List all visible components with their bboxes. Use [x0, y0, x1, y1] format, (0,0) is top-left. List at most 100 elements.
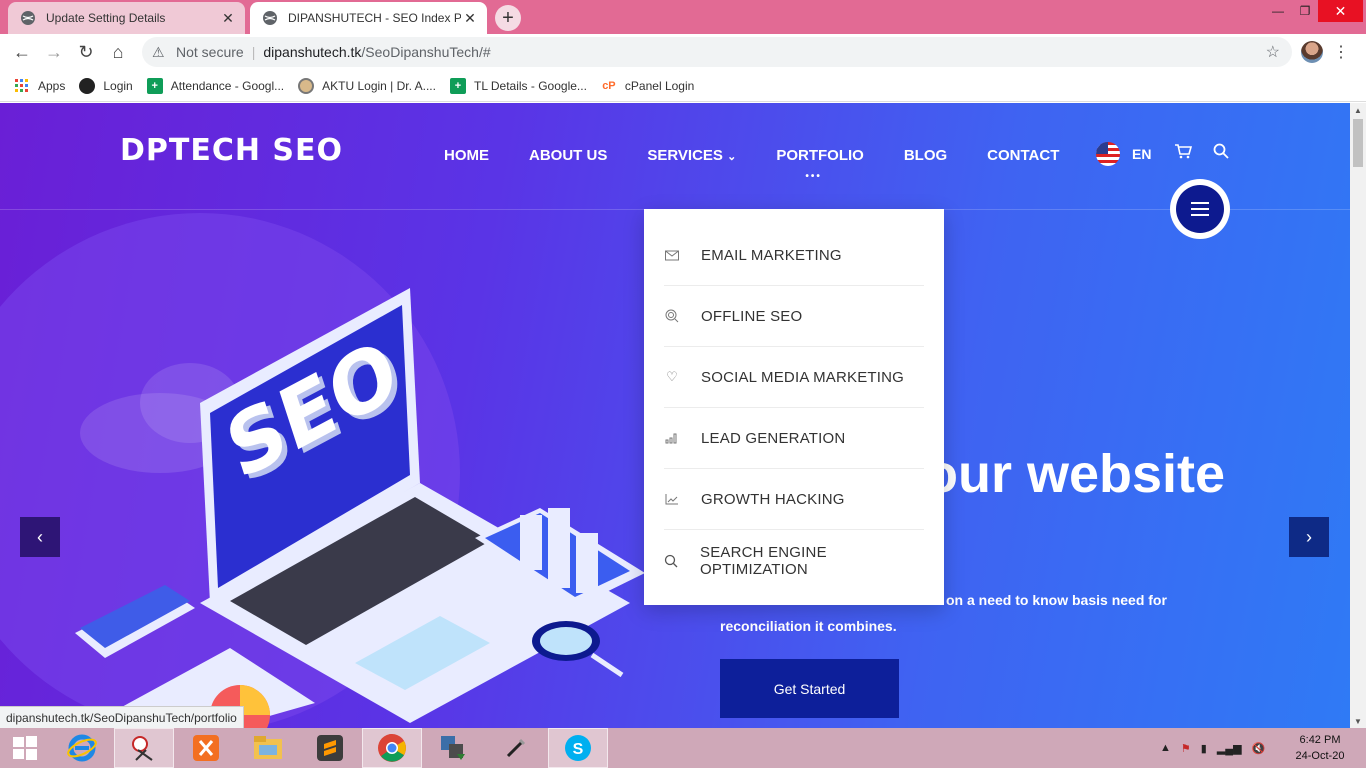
- tab-close-icon[interactable]: ✕: [461, 9, 479, 27]
- svg-text:S: S: [573, 741, 584, 758]
- tab-close-icon[interactable]: ✕: [219, 9, 237, 27]
- heart-icon: ♡: [666, 369, 678, 384]
- minimize-button[interactable]: —: [1265, 0, 1291, 22]
- tab-dipanshutech[interactable]: DIPANSHUTECH - SEO Index Pag ✕: [250, 2, 487, 34]
- bookmark-star-icon[interactable]: ☆: [1266, 42, 1280, 62]
- dropdown-item-growth-hacking[interactable]: GROWTH HACKING: [664, 469, 924, 530]
- bookmark-tl-details[interactable]: + TL Details - Google...: [449, 77, 587, 94]
- back-arrow-icon[interactable]: ←: [8, 38, 36, 66]
- bookmark-apps[interactable]: Apps: [14, 78, 65, 94]
- dropdown-item-offline-seo[interactable]: OFFLINE SEO: [664, 286, 924, 347]
- clock-date: 24-Oct-20: [1295, 750, 1345, 762]
- target-icon: [664, 308, 680, 324]
- maximize-button[interactable]: ❐: [1292, 0, 1318, 22]
- apps-grid-icon: [14, 78, 30, 94]
- bookmarks-bar: Apps Login + Attendance - Googl... AKTU …: [0, 70, 1366, 102]
- us-flag-icon: [1096, 142, 1120, 166]
- tab-title: Update Setting Details: [46, 11, 166, 25]
- menu-kebab-icon[interactable]: ⋮: [1333, 40, 1349, 64]
- browser-toolbar: ← → ↻ ⌂ ⚠ Not secure | dipanshutech.tk /…: [0, 34, 1366, 70]
- network-transfer-icon[interactable]: [424, 728, 484, 768]
- bookmark-login[interactable]: Login: [79, 77, 133, 94]
- envelope-icon: [664, 247, 680, 263]
- nav-services-label: SERVICES: [647, 147, 723, 164]
- nav-portfolio-label: PORTFOLIO: [776, 147, 864, 164]
- bookmark-cpanel[interactable]: cP cPanel Login: [601, 78, 694, 94]
- bookmark-label: Login: [103, 78, 133, 93]
- nav-about-us[interactable]: ABOUT US: [529, 147, 607, 164]
- address-bar[interactable]: ⚠ Not secure | dipanshutech.tk /SeoDipan…: [142, 37, 1292, 67]
- globe-icon: [262, 10, 278, 26]
- cpanel-icon: cP: [602, 79, 616, 92]
- window-close-button[interactable]: ✕: [1318, 0, 1363, 22]
- dropdown-item-email-marketing[interactable]: EMAIL MARKETING: [664, 225, 924, 286]
- snipping-tool-icon[interactable]: [114, 728, 174, 768]
- url-host: dipanshutech.tk: [263, 44, 362, 60]
- flag-alert-icon[interactable]: ⚑: [1181, 742, 1191, 755]
- bookmark-label: AKTU Login | Dr. A....: [322, 78, 436, 93]
- page-viewport: SEO DPTECH SEO HOME ABOUT US SERVICES ⌄ …: [0, 103, 1350, 728]
- separator: |: [251, 44, 256, 60]
- dropdown-item-label: OFFLINE SEO: [701, 307, 803, 325]
- site-logo[interactable]: DPTECH SEO: [120, 133, 343, 168]
- language-selector[interactable]: EN: [1096, 142, 1151, 166]
- system-tray: ▲ ⚑ ▮ ▂▄▆ 🔇: [1160, 728, 1265, 768]
- nav-services[interactable]: SERVICES ⌄: [647, 147, 736, 164]
- bookmark-aktu[interactable]: AKTU Login | Dr. A....: [298, 77, 436, 94]
- scrollbar-thumb[interactable]: [1353, 119, 1363, 167]
- windows-taskbar: S ▲ ⚑ ▮ ▂▄▆ 🔇 6:42 PM 24-Oct-20: [0, 728, 1366, 768]
- services-dropdown: EMAIL MARKETING OFFLINE SEO ♡ SOCIAL MED…: [644, 209, 944, 605]
- dropdown-item-label: GROWTH HACKING: [701, 490, 845, 508]
- hamburger-menu-button[interactable]: [1170, 179, 1230, 239]
- bookmark-label: Attendance - Googl...: [170, 78, 285, 93]
- tab-title: DIPANSHUTECH - SEO Index Pag: [288, 11, 461, 25]
- clock-time: 6:42 PM: [1299, 734, 1341, 746]
- skype-icon[interactable]: S: [548, 728, 608, 768]
- search-icon[interactable]: [1213, 143, 1229, 164]
- nav-home[interactable]: HOME: [444, 147, 489, 164]
- dropdown-item-label: LEAD GENERATION: [701, 429, 846, 447]
- file-explorer-icon[interactable]: [238, 728, 298, 768]
- bookmark-attendance[interactable]: + Attendance - Googl...: [146, 77, 285, 94]
- new-tab-button[interactable]: +: [495, 5, 521, 31]
- bookmark-label: Apps: [38, 78, 66, 93]
- xampp-icon[interactable]: [176, 728, 236, 768]
- cart-icon[interactable]: [1174, 143, 1193, 164]
- battery-icon[interactable]: ▮: [1201, 742, 1207, 755]
- forward-arrow-icon[interactable]: →: [40, 38, 68, 66]
- pen-tool-icon[interactable]: [486, 728, 546, 768]
- slider-prev-button[interactable]: ‹: [20, 517, 60, 557]
- nav-blog[interactable]: BLOG: [904, 147, 947, 164]
- windows-start-icon[interactable]: [0, 728, 50, 768]
- profile-avatar[interactable]: [1301, 41, 1323, 63]
- sublime-text-icon[interactable]: [300, 728, 360, 768]
- main-nav: HOME ABOUT US SERVICES ⌄ PORTFOLIO ••• BL…: [444, 147, 1099, 182]
- nav-portfolio[interactable]: PORTFOLIO •••: [776, 147, 864, 182]
- slider-next-button[interactable]: ›: [1289, 517, 1329, 557]
- home-icon[interactable]: ⌂: [104, 38, 132, 66]
- url-path: /SeoDipanshuTech/#: [361, 44, 491, 60]
- google-sheets-icon: +: [449, 77, 466, 94]
- tray-expand-icon[interactable]: ▲: [1160, 742, 1171, 754]
- bar-chart-icon: [664, 430, 680, 446]
- scroll-down-icon[interactable]: ▼: [1350, 714, 1366, 728]
- signal-icon[interactable]: ▂▄▆: [1217, 742, 1242, 755]
- chrome-icon[interactable]: [362, 728, 422, 768]
- hamburger-icon: [1176, 185, 1224, 233]
- globe-icon: [79, 77, 96, 94]
- dropdown-item-lead-generation[interactable]: LEAD GENERATION: [664, 408, 924, 469]
- internet-explorer-icon[interactable]: [52, 728, 112, 768]
- dropdown-item-seo[interactable]: SEARCH ENGINE OPTIMIZATION: [664, 530, 924, 591]
- tab-strip: Update Setting Details ✕ DIPANSHUTECH - …: [0, 0, 1366, 34]
- scroll-up-icon[interactable]: ▲: [1350, 103, 1366, 117]
- reload-icon[interactable]: ↻: [72, 38, 100, 66]
- get-started-button[interactable]: Get Started: [720, 659, 899, 718]
- nav-contact[interactable]: CONTACT: [987, 147, 1059, 164]
- aktu-icon: [298, 77, 315, 94]
- taskbar-clock[interactable]: 6:42 PM 24-Oct-20: [1290, 732, 1350, 764]
- dropdown-item-social-media-marketing[interactable]: ♡ SOCIAL MEDIA MARKETING: [664, 347, 924, 408]
- link-status-bubble: dipanshutech.tk/SeoDipanshuTech/portfoli…: [0, 706, 244, 728]
- volume-muted-icon[interactable]: 🔇: [1252, 742, 1266, 755]
- vertical-scrollbar[interactable]: ▲ ▼: [1350, 103, 1366, 728]
- tab-update-setting[interactable]: Update Setting Details ✕: [8, 2, 245, 34]
